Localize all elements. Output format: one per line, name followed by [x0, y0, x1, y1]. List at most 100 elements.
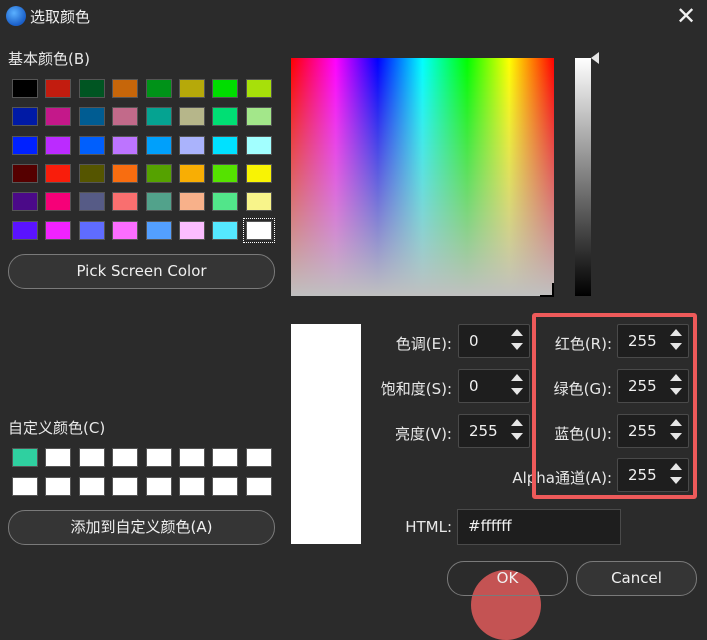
window-title: 选取颜色 — [30, 8, 91, 26]
custom-color-swatch[interactable] — [145, 448, 172, 467]
green-stepper[interactable] — [670, 374, 682, 398]
basic-color-swatch[interactable] — [245, 135, 272, 155]
basic-color-swatch[interactable] — [179, 107, 205, 127]
basic-color-swatch[interactable] — [179, 135, 205, 155]
basic-color-swatch[interactable] — [179, 79, 205, 98]
hue-value: 0 — [469, 332, 479, 350]
alpha-stepper[interactable] — [670, 463, 682, 487]
custom-color-swatch[interactable] — [112, 448, 139, 467]
red-stepper[interactable] — [670, 329, 682, 353]
basic-color-swatch[interactable] — [245, 163, 272, 183]
basic-color-swatch[interactable] — [242, 217, 275, 243]
basic-color-swatch[interactable] — [245, 107, 272, 127]
down-arrow-icon[interactable] — [670, 388, 682, 395]
basic-color-swatch[interactable] — [112, 220, 139, 240]
ok-button[interactable]: OK — [447, 561, 568, 596]
basic-color-swatch[interactable] — [45, 135, 72, 155]
basic-color-swatch[interactable] — [78, 220, 105, 240]
saturation-value: 0 — [469, 377, 479, 395]
basic-color-swatch[interactable] — [78, 192, 105, 212]
basic-color-swatch[interactable] — [145, 135, 172, 155]
custom-color-swatch[interactable] — [78, 477, 105, 496]
custom-colors-label: 自定义颜色(C) — [8, 419, 106, 437]
basic-color-swatch[interactable] — [145, 107, 172, 127]
spectrum-crosshair-icon[interactable] — [540, 283, 554, 297]
basic-color-swatch[interactable] — [212, 192, 239, 212]
green-value: 255 — [628, 377, 657, 395]
up-arrow-icon[interactable] — [670, 419, 682, 426]
basic-color-swatch[interactable] — [212, 79, 239, 98]
basic-color-swatch[interactable] — [212, 135, 239, 155]
basic-color-swatch[interactable] — [78, 135, 105, 155]
custom-color-swatch[interactable] — [45, 477, 72, 496]
basic-color-swatch[interactable] — [212, 220, 239, 240]
custom-color-swatch[interactable] — [12, 477, 38, 496]
custom-color-swatch[interactable] — [12, 448, 38, 467]
value-value: 255 — [469, 422, 498, 440]
basic-color-swatch[interactable] — [245, 79, 272, 98]
html-color-input[interactable]: #ffffff — [457, 509, 621, 545]
red-label: 红色(R): — [554, 335, 612, 353]
custom-color-swatch[interactable] — [78, 448, 105, 467]
basic-color-swatch[interactable] — [145, 79, 172, 98]
custom-color-swatch[interactable] — [245, 448, 272, 467]
basic-color-swatch[interactable] — [212, 107, 239, 127]
add-to-custom-colors-button[interactable]: 添加到自定义颜色(A) — [8, 510, 275, 545]
basic-color-swatch[interactable] — [45, 163, 72, 183]
basic-color-swatch[interactable] — [212, 163, 239, 183]
basic-color-swatch[interactable] — [145, 220, 172, 240]
red-spinbox[interactable]: 255 — [617, 324, 689, 358]
basic-color-swatch[interactable] — [179, 220, 205, 240]
basic-color-swatch[interactable] — [45, 220, 72, 240]
luminance-slider[interactable] — [575, 58, 591, 296]
basic-color-swatch[interactable] — [145, 192, 172, 212]
basic-color-swatch[interactable] — [12, 135, 38, 155]
basic-color-swatch[interactable] — [78, 79, 105, 98]
basic-color-swatch[interactable] — [179, 163, 205, 183]
basic-color-swatch[interactable] — [112, 107, 139, 127]
basic-color-swatch[interactable] — [112, 192, 139, 212]
custom-color-swatch[interactable] — [45, 448, 72, 467]
custom-color-swatch[interactable] — [145, 477, 172, 496]
alpha-label: Alpha通道(A): — [512, 469, 612, 487]
app-logo-icon — [6, 6, 26, 26]
basic-color-swatch[interactable] — [112, 79, 139, 98]
close-icon[interactable]: ✕ — [673, 3, 699, 29]
basic-color-swatch[interactable] — [12, 192, 38, 212]
custom-color-swatch[interactable] — [112, 477, 139, 496]
basic-color-swatch[interactable] — [12, 79, 38, 98]
value-label: 亮度(V): — [394, 425, 452, 443]
basic-color-swatch[interactable] — [12, 107, 38, 127]
custom-color-swatch[interactable] — [179, 477, 205, 496]
up-arrow-icon[interactable] — [670, 463, 682, 470]
custom-color-swatch[interactable] — [245, 477, 272, 496]
blue-stepper[interactable] — [670, 419, 682, 443]
basic-color-swatch[interactable] — [12, 220, 38, 240]
basic-color-swatch[interactable] — [45, 107, 72, 127]
down-arrow-icon[interactable] — [670, 343, 682, 350]
basic-color-swatch[interactable] — [45, 79, 72, 98]
cancel-button[interactable]: Cancel — [576, 561, 697, 596]
down-arrow-icon[interactable] — [670, 477, 682, 484]
up-arrow-icon[interactable] — [670, 374, 682, 381]
basic-color-swatch[interactable] — [112, 163, 139, 183]
pick-screen-color-button[interactable]: Pick Screen Color — [8, 254, 275, 289]
luminance-arrow-icon[interactable] — [591, 52, 599, 64]
custom-color-swatch[interactable] — [212, 477, 239, 496]
down-arrow-icon[interactable] — [670, 433, 682, 440]
basic-color-swatch[interactable] — [145, 163, 172, 183]
custom-color-swatch[interactable] — [212, 448, 239, 467]
up-arrow-icon[interactable] — [670, 329, 682, 336]
alpha-spinbox[interactable]: 255 — [617, 458, 689, 492]
basic-color-swatch[interactable] — [179, 192, 205, 212]
green-spinbox[interactable]: 255 — [617, 369, 689, 403]
basic-color-swatch[interactable] — [12, 163, 38, 183]
basic-color-swatch[interactable] — [112, 135, 139, 155]
basic-color-swatch[interactable] — [78, 163, 105, 183]
color-spectrum[interactable] — [291, 58, 554, 296]
basic-color-swatch[interactable] — [45, 192, 72, 212]
blue-spinbox[interactable]: 255 — [617, 414, 689, 448]
basic-color-swatch[interactable] — [78, 107, 105, 127]
basic-color-swatch[interactable] — [245, 192, 272, 212]
custom-color-swatch[interactable] — [179, 448, 205, 467]
